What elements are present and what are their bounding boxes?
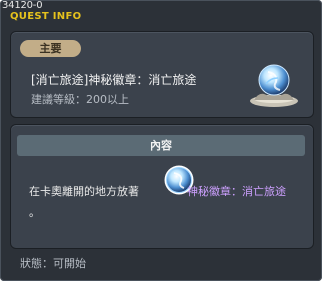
quest-info-window: 34120-0 QUEST INFO 主要 [消亡旅途]神秘徽章：消亡旅途 建議… <box>0 0 322 281</box>
content-header: 內容 <box>17 135 305 156</box>
description-end: 。 <box>29 206 40 219</box>
mystic-badge-icon <box>250 64 298 107</box>
quest-name: [消亡旅途]神秘徽章：消亡旅途 <box>31 73 197 87</box>
quest-summary-panel: 主要 [消亡旅途]神秘徽章：消亡旅途 建議等級：200以上 <box>10 31 314 118</box>
quest-content-panel: 內容 在卡奧離開的地方放著 神秘徽章：消亡旅途 。 <box>10 124 314 249</box>
level-requirement: 建議等級：200以上 <box>31 93 129 106</box>
quest-id: 34120-0 <box>2 0 43 11</box>
description-text: 在卡奧離開的地方放著 <box>29 185 139 198</box>
quest-type-tag: 主要 <box>20 40 81 57</box>
window-title: QUEST INFO <box>10 11 82 22</box>
item-name: 神秘徽章：消亡旅途 <box>187 185 286 198</box>
quest-status: 狀態：可開始 <box>20 257 86 270</box>
